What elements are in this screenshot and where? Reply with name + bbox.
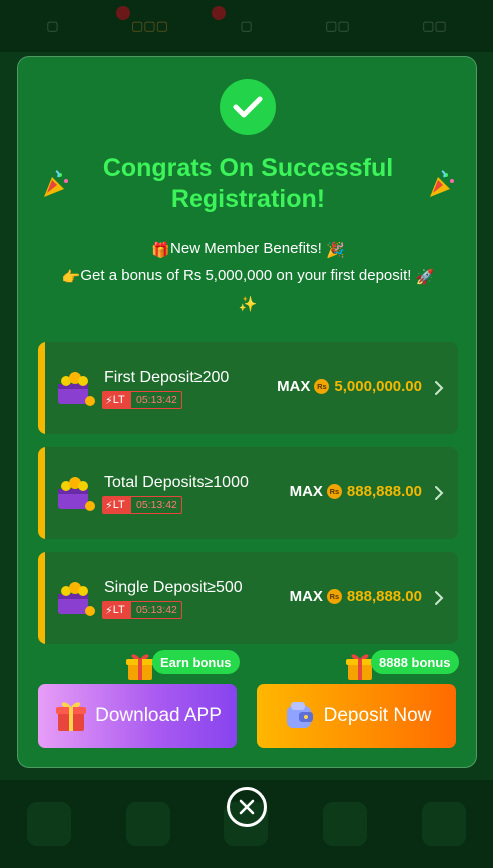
reward-amount: 5,000,000.00	[334, 378, 422, 395]
tier-reward: MAX Rs 888,888.00	[290, 483, 422, 500]
rupee-coin-icon: Rs	[314, 379, 330, 394]
deposit-now-button[interactable]: Deposit Now	[257, 684, 456, 748]
party-popper-icon: 🎉	[325, 242, 345, 259]
countdown-timer: 05:13:42	[136, 499, 177, 511]
chevron-right-icon	[435, 381, 444, 395]
reward-amount: 888,888.00	[346, 588, 422, 605]
tier-card-total-deposits[interactable]: Total Deposits≥1000 ⚡ LT 05:13:42 MAX Rs …	[38, 447, 458, 539]
rupee-coin-icon: Rs	[326, 484, 342, 499]
tier-label: First Deposit≥200	[104, 369, 230, 386]
party-popper-icon	[44, 170, 68, 197]
max-label: MAX	[289, 483, 323, 500]
tier-card-first-deposit[interactable]: First Deposit≥200 ⚡ LT 05:13:42 MAX Rs 5,…	[38, 342, 458, 434]
benefits-heading: New Member Benefits!	[170, 240, 322, 257]
party-popper-icon	[430, 170, 454, 197]
deposit-now-label: Deposit Now	[323, 705, 432, 726]
chevron-right-icon	[435, 591, 444, 605]
close-icon	[239, 799, 255, 815]
bonus-description-line: 👉Get a bonus of Rs 5,000,000 on your fir…	[38, 266, 458, 288]
rupee-coin-icon: Rs	[326, 589, 342, 604]
benefits-heading-line: 🎁New Member Benefits! 🎉	[38, 239, 458, 261]
tier-label: Single Deposit≥500	[104, 579, 243, 596]
countdown-timer: 05:13:42	[136, 604, 177, 616]
download-app-label: Download APP	[95, 705, 222, 726]
treasure-chest-icon	[58, 372, 95, 406]
max-label: MAX	[289, 588, 323, 605]
max-label: MAX	[277, 378, 311, 395]
treasure-chest-icon	[58, 582, 95, 616]
tier-label: Total Deposits≥1000	[104, 474, 249, 491]
tier-card-single-deposit[interactable]: Single Deposit≥500 ⚡ LT 05:13:42 MAX Rs 8…	[38, 552, 458, 644]
modal-title: Congrats On Successful Registration!	[102, 154, 394, 213]
tier-reward: MAX Rs 888,888.00	[290, 588, 422, 605]
earn-bonus-bubble: Earn bonus	[152, 650, 240, 674]
tier-reward: MAX Rs 5,000,000.00	[277, 378, 422, 395]
limited-time-badge: ⚡ LT 05:13:42	[102, 391, 182, 409]
success-check-icon	[220, 79, 276, 135]
sparkles-line: ✨	[38, 293, 458, 315]
lightning-icon: ⚡ LT	[103, 602, 131, 618]
deposit-bonus-bubble: 8888 bonus	[371, 650, 459, 674]
reward-amount: 888,888.00	[346, 483, 422, 500]
rocket-icon: 🚀	[415, 269, 435, 286]
lightning-icon: ⚡ LT	[103, 497, 131, 513]
download-app-button[interactable]: Download APP	[38, 684, 237, 748]
limited-time-badge: ⚡ LT 05:13:42	[102, 496, 182, 514]
gift-icon: 🎁	[151, 242, 171, 259]
countdown-timer: 05:13:42	[136, 394, 177, 406]
pointing-hand-icon: 👉	[61, 269, 81, 286]
chevron-right-icon	[435, 486, 444, 500]
registration-success-modal: Congrats On Successful Registration! 🎁Ne…	[17, 56, 477, 768]
treasure-chest-icon	[58, 477, 95, 511]
gift-box-icon	[126, 654, 154, 680]
limited-time-badge: ⚡ LT 05:13:42	[102, 601, 182, 619]
sparkles-icon: ✨	[238, 296, 258, 313]
gift-box-icon	[56, 702, 87, 731]
wallet-icon	[286, 702, 313, 728]
lightning-icon: ⚡ LT	[103, 392, 131, 408]
close-modal-button[interactable]	[227, 787, 267, 827]
bonus-description: Get a bonus of Rs 5,000,000 on your firs…	[80, 267, 412, 284]
